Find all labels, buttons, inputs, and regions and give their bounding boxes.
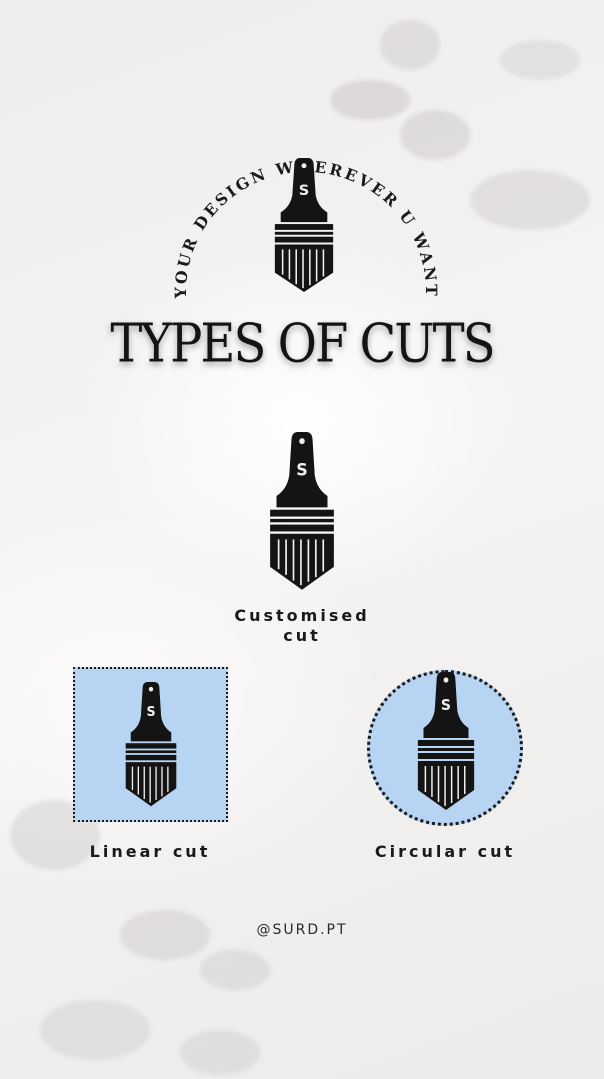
floral-shadow (180, 1030, 260, 1075)
customised-cut-line1: Customised (234, 606, 370, 625)
paintbrush-logo-linear: S (124, 682, 178, 808)
logo-letter: S (299, 182, 310, 199)
logo-letter: S (296, 460, 307, 480)
floral-shadow (500, 40, 580, 80)
paintbrush-logo-circular: S (416, 672, 476, 812)
floral-shadow (380, 20, 440, 70)
paintbrush-logo-top: S (272, 158, 336, 294)
floral-shadow (330, 80, 410, 120)
social-handle: @SURD.PT (256, 922, 348, 938)
logo-letter: S (441, 698, 451, 715)
customised-cut-line2: cut (283, 626, 321, 645)
circular-cut-label: Circular cut (374, 842, 516, 861)
floral-shadow (470, 170, 590, 230)
floral-shadow (400, 110, 470, 160)
linear-cut-label: Linear cut (89, 842, 211, 861)
logo-letter: S (146, 705, 155, 720)
floral-shadow (200, 950, 270, 990)
page-title: TYPES OF CUTS (110, 312, 495, 375)
floral-shadow (40, 1000, 150, 1060)
customised-cut-label: Customised cut (202, 606, 402, 646)
paintbrush-logo-customised: S (268, 432, 336, 592)
